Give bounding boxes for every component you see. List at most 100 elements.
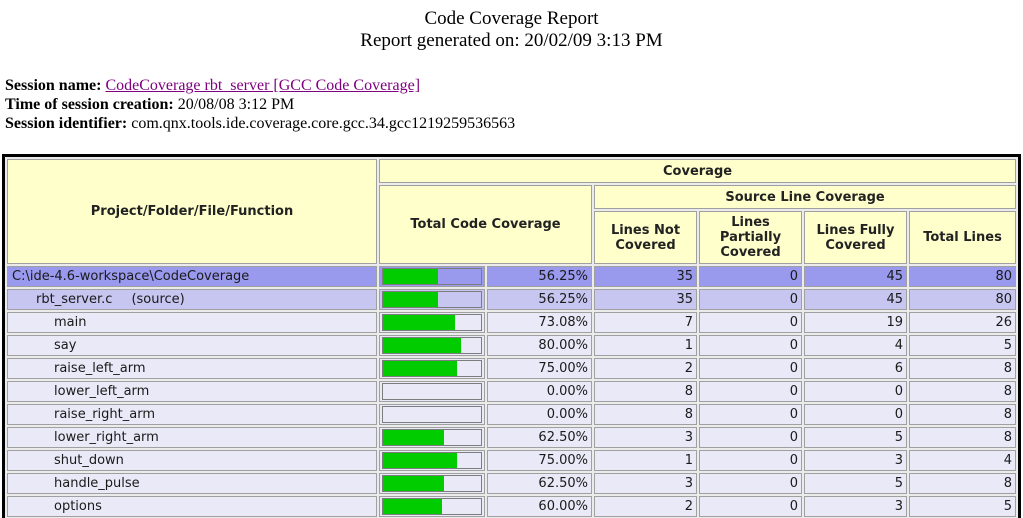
session-id-label: Session identifier: xyxy=(5,115,127,132)
coverage-bar xyxy=(383,430,444,445)
coverage-table-body: C:\ide-4.6-workspace\CodeCoverage56.25%3… xyxy=(7,266,1016,517)
page-title: Code Coverage Report xyxy=(0,8,1023,30)
coverage-percent-value: 0.00% xyxy=(487,381,592,402)
row-name: options xyxy=(54,499,102,514)
coverage-gauge xyxy=(382,452,482,469)
coverage-bar xyxy=(383,499,442,514)
session-time-label: Time of session creation: xyxy=(5,96,174,113)
table-row: shut_down75.00%1034 xyxy=(7,450,1016,471)
total-lines-value: 8 xyxy=(909,358,1016,379)
coverage-bar-cell xyxy=(379,381,485,402)
lines-not-covered-value: 2 xyxy=(594,358,697,379)
coverage-percent-value: 0.00% xyxy=(487,404,592,425)
coverage-gauge xyxy=(382,360,482,377)
lines-partially-covered-value: 0 xyxy=(699,289,802,310)
lines-partially-covered-value: 0 xyxy=(699,312,802,333)
lines-not-covered-value: 3 xyxy=(594,473,697,494)
table-row: lower_right_arm 62.50%3058 xyxy=(7,427,1016,448)
total-lines-value: 8 xyxy=(909,427,1016,448)
coverage-gauge xyxy=(382,268,482,285)
lines-not-covered-value: 3 xyxy=(594,427,697,448)
table-row: handle_pulse62.50%3058 xyxy=(7,473,1016,494)
lines-partially-covered-value: 0 xyxy=(699,450,802,471)
table-row: options60.00%2035 xyxy=(7,496,1016,517)
lines-partially-covered-value: 0 xyxy=(699,335,802,356)
header-lines-fully-covered: Lines Fully Covered xyxy=(804,211,907,264)
lines-partially-covered-value: 0 xyxy=(699,427,802,448)
total-lines-value: 80 xyxy=(909,289,1016,310)
coverage-bar xyxy=(383,315,455,330)
coverage-bar-cell xyxy=(379,289,485,310)
coverage-gauge xyxy=(382,429,482,446)
table-row: lower_left_arm0.00%8008 xyxy=(7,381,1016,402)
lines-partially-covered-value: 0 xyxy=(699,358,802,379)
row-name-cell: raise_right_arm xyxy=(7,404,377,425)
header-total-code-coverage: Total Code Coverage xyxy=(379,185,592,264)
lines-not-covered-value: 35 xyxy=(594,266,697,287)
row-name: C:\ide-4.6-workspace\CodeCoverage xyxy=(12,269,249,284)
total-lines-value: 8 xyxy=(909,404,1016,425)
lines-not-covered-value: 8 xyxy=(594,381,697,402)
coverage-percent-value: 60.00% xyxy=(487,496,592,517)
header-project: Project/Folder/File/Function xyxy=(7,159,377,264)
session-id-value: com.qnx.tools.ide.coverage.core.gcc.34.g… xyxy=(131,115,515,132)
coverage-bar xyxy=(383,338,461,353)
page-subtitle: Report generated on: 20/02/09 3:13 PM xyxy=(0,30,1023,52)
lines-not-covered-value: 35 xyxy=(594,289,697,310)
coverage-bar xyxy=(383,476,444,491)
session-name-label: Session name: xyxy=(5,77,101,94)
header-coverage: Coverage xyxy=(379,159,1016,183)
table-row: C:\ide-4.6-workspace\CodeCoverage56.25%3… xyxy=(7,266,1016,287)
coverage-bar xyxy=(383,453,457,468)
coverage-table: Project/Folder/File/Function Coverage To… xyxy=(2,154,1021,518)
coverage-bar xyxy=(383,269,438,284)
coverage-percent-value: 62.50% xyxy=(487,473,592,494)
lines-partially-covered-value: 0 xyxy=(699,381,802,402)
table-row: main73.08%701926 xyxy=(7,312,1016,333)
row-name: handle_pulse xyxy=(54,476,140,491)
row-name: lower_left_arm xyxy=(54,384,149,399)
lines-fully-covered-value: 3 xyxy=(804,496,907,517)
coverage-bar-cell xyxy=(379,404,485,425)
coverage-bar-cell xyxy=(379,496,485,517)
lines-not-covered-value: 1 xyxy=(594,450,697,471)
lines-fully-covered-value: 19 xyxy=(804,312,907,333)
row-name: raise_left_arm xyxy=(54,361,146,376)
lines-fully-covered-value: 3 xyxy=(804,450,907,471)
coverage-gauge xyxy=(382,498,482,515)
total-lines-value: 5 xyxy=(909,335,1016,356)
coverage-gauge xyxy=(382,314,482,331)
coverage-bar-cell xyxy=(379,335,485,356)
row-name: main xyxy=(54,315,86,330)
table-row: raise_right_arm0.00%8008 xyxy=(7,404,1016,425)
row-name-cell: say xyxy=(7,335,377,356)
row-name-cell: shut_down xyxy=(7,450,377,471)
session-name-line: Session name: CodeCoverage rbt_server [G… xyxy=(5,76,1023,95)
session-id-line: Session identifier: com.qnx.tools.ide.co… xyxy=(5,114,1023,133)
coverage-bar xyxy=(383,292,438,307)
row-name: rbt_server.c xyxy=(36,292,112,307)
lines-partially-covered-value: 0 xyxy=(699,496,802,517)
lines-fully-covered-value: 45 xyxy=(804,266,907,287)
row-name: raise_right_arm xyxy=(54,407,155,422)
row-suffix: (source) xyxy=(131,292,184,307)
lines-fully-covered-value: 4 xyxy=(804,335,907,356)
lines-fully-covered-value: 0 xyxy=(804,404,907,425)
row-name: say xyxy=(54,338,76,353)
lines-not-covered-value: 7 xyxy=(594,312,697,333)
total-lines-value: 26 xyxy=(909,312,1016,333)
total-lines-value: 80 xyxy=(909,266,1016,287)
lines-fully-covered-value: 5 xyxy=(804,427,907,448)
row-name: shut_down xyxy=(54,453,124,468)
coverage-gauge xyxy=(382,406,482,423)
lines-not-covered-value: 2 xyxy=(594,496,697,517)
lines-fully-covered-value: 6 xyxy=(804,358,907,379)
lines-not-covered-value: 1 xyxy=(594,335,697,356)
coverage-percent-value: 62.50% xyxy=(487,427,592,448)
lines-partially-covered-value: 0 xyxy=(699,473,802,494)
row-name-cell: options xyxy=(7,496,377,517)
header-lines-not-covered: Lines Not Covered xyxy=(594,211,697,264)
row-name: lower_right_arm xyxy=(54,430,159,445)
session-name-link[interactable]: CodeCoverage rbt_server [GCC Code Covera… xyxy=(105,77,420,94)
session-time-value: 20/08/08 3:12 PM xyxy=(178,96,294,113)
